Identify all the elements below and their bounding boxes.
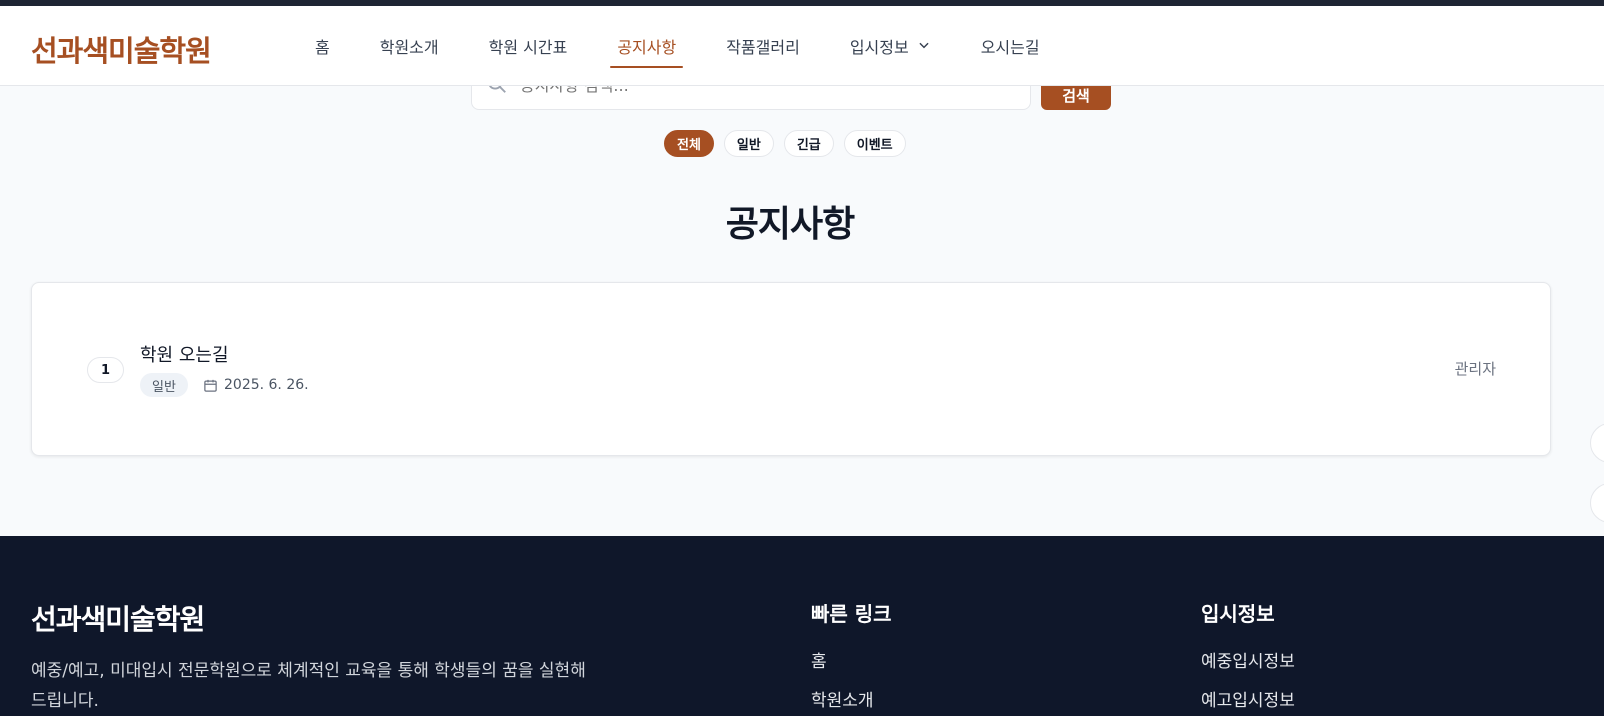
main-nav: 홈 학원소개 학원 시간표 공지사항 작품갤러리 입시정보 오시는길 [300,6,1075,86]
notice-category-badge: 일반 [140,373,188,397]
floating-button-bottom[interactable] [1590,483,1604,523]
filter-urgent[interactable]: 긴급 [783,130,834,157]
filter-all[interactable]: 전체 [664,130,714,157]
nav-label: 학원소개 [379,38,439,57]
notice-date: 2025. 6. 26. [203,373,309,397]
nav-about[interactable]: 학원소개 [365,6,454,86]
footer-link-high-art-admission[interactable]: 예고입시정보 [1201,686,1295,711]
footer-brand: 선과색미술학원 [31,603,205,636]
brand-logo[interactable]: 선과색미술학원 [31,28,212,70]
footer-heading: 빠른 링크 [811,602,892,626]
footer-link-about[interactable]: 학원소개 [811,686,892,711]
nav-admission-dropdown[interactable]: 입시정보 [835,6,946,86]
chevron-down-icon [917,37,931,56]
footer-admission-links: 입시정보 예중입시정보 예고입시정보 [1201,598,1295,716]
site-footer: 선과색미술학원 예중/예고, 미대입시 전문학원으로 체계적인 교육을 통해 학… [0,536,1604,716]
site-header: 선과색미술학원 홈 학원소개 학원 시간표 공지사항 작품갤러리 입시정보 오시… [0,6,1604,86]
nav-gallery[interactable]: 작품갤러리 [711,6,815,86]
nav-timetable[interactable]: 학원 시간표 [474,6,583,86]
nav-directions[interactable]: 오시는길 [966,6,1055,86]
footer-link-middle-art-admission[interactable]: 예중입시정보 [1201,647,1295,672]
nav-label: 홈 [315,38,330,57]
nav-notices[interactable]: 공지사항 [602,6,691,86]
notice-title[interactable]: 학원 오는길 [140,341,229,367]
footer-heading: 입시정보 [1201,602,1275,626]
filter-event[interactable]: 이벤트 [843,130,906,157]
notice-date-text: 2025. 6. 26. [224,377,309,393]
nav-home[interactable]: 홈 [300,6,345,86]
notice-author: 관리자 [1454,360,1496,378]
notice-list: 1 학원 오는길 일반 2025. 6. 26. 관리자 [31,282,1551,456]
calendar-icon [204,379,217,392]
notice-number: 1 [87,357,124,383]
filter-general[interactable]: 일반 [723,130,774,157]
footer-description: 예중/예고, 미대입시 전문학원으로 체계적인 교육을 통해 학생들의 꿈을 실… [31,661,586,711]
nav-label: 오시는길 [980,38,1040,57]
page-title: 공지사항 [725,204,855,245]
footer-quick-links: 빠른 링크 홈 학원소개 [811,598,892,716]
category-filters: 전체 일반 긴급 이벤트 [664,130,916,157]
nav-label: 작품갤러리 [726,38,800,57]
floating-button-top[interactable] [1590,423,1604,463]
nav-label: 입시정보 [849,38,909,57]
nav-label: 학원 시간표 [488,38,568,57]
footer-link-home[interactable]: 홈 [811,647,892,672]
nav-label: 공지사항 [617,38,677,57]
